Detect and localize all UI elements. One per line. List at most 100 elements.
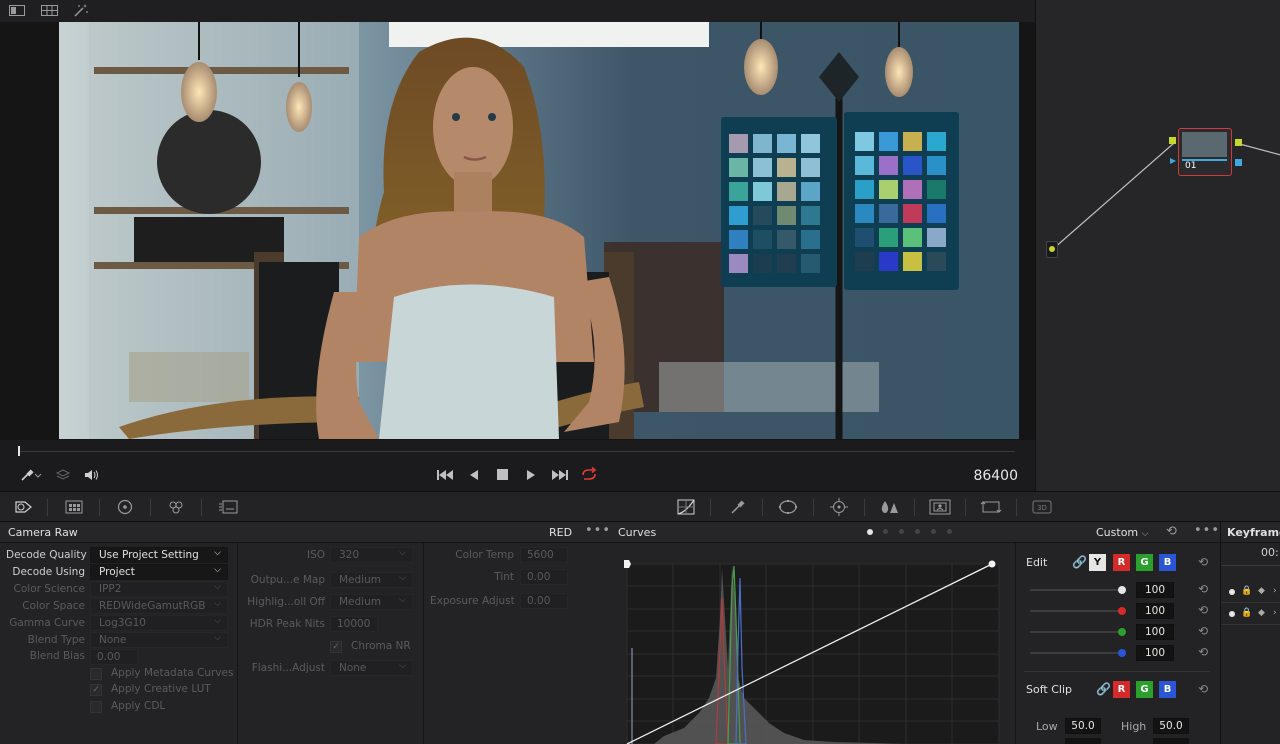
source-node[interactable] xyxy=(1046,241,1058,258)
blur-icon[interactable] xyxy=(878,498,900,516)
play-icon[interactable] xyxy=(525,468,537,485)
apply-creative-lut-checkbox[interactable]: ✓ xyxy=(90,684,102,696)
decode-row-dropdown[interactable]: Log3G10 ⌵ xyxy=(90,615,228,631)
stop-icon[interactable] xyxy=(497,469,509,484)
lock-icon[interactable]: 🔒 xyxy=(1241,608,1252,618)
channel-r-button[interactable]: R xyxy=(1113,554,1130,571)
curves-icon[interactable] xyxy=(675,498,697,516)
b-slider-handle[interactable] xyxy=(1118,649,1126,657)
chevron-right-icon[interactable]: › xyxy=(1273,586,1277,596)
decode-row-dropdown[interactable]: REDWideGamutRGB ⌵ xyxy=(90,598,228,614)
diamond-icon[interactable]: ◆ xyxy=(1258,586,1265,596)
output-map-dropdown[interactable]: Medium ⌵ xyxy=(330,572,413,588)
flash-adjust-dropdown[interactable]: None ⌵ xyxy=(330,660,413,676)
g-intensity-value[interactable]: 100 xyxy=(1136,624,1174,640)
scrubber-bar[interactable] xyxy=(0,440,1035,462)
low-soft-field[interactable] xyxy=(1065,738,1101,744)
link-icon[interactable]: 🔗 xyxy=(1072,555,1087,569)
more-options-icon[interactable]: ••• xyxy=(585,523,611,538)
low-value[interactable]: 50.0 xyxy=(1065,718,1101,734)
soft-clip-link-icon[interactable]: 🔗 xyxy=(1096,682,1111,696)
sizing-icon[interactable] xyxy=(980,498,1002,516)
3d-icon[interactable]: 3D xyxy=(1031,498,1053,516)
apply-metadata-curves-checkbox[interactable] xyxy=(90,668,102,680)
decode-row-dropdown[interactable]: IPP2 ⌵ xyxy=(90,581,228,597)
iso-dropdown[interactable]: 320 ⌵ xyxy=(330,547,413,563)
lut-browser-icon[interactable] xyxy=(40,3,58,18)
high-soft-field[interactable] xyxy=(1153,738,1189,744)
keyframe-track-master[interactable]: 🔒 ◆ › xyxy=(1227,586,1280,600)
g-intensity-slider[interactable] xyxy=(1030,631,1125,633)
video-frame[interactable] xyxy=(59,22,1019,439)
high-value[interactable]: 50.0 xyxy=(1153,718,1189,734)
more-options-icon[interactable]: ••• xyxy=(1194,523,1220,538)
gallery-icon[interactable] xyxy=(8,3,26,18)
node-key-input[interactable] xyxy=(1170,158,1176,164)
decode-row-dropdown[interactable]: None ⌵ xyxy=(90,632,228,648)
b-intensity-value[interactable]: 100 xyxy=(1136,645,1174,661)
curve-graph[interactable] xyxy=(624,558,1004,744)
chevron-right-icon[interactable]: › xyxy=(1273,608,1277,618)
key-icon[interactable] xyxy=(929,498,951,516)
r-intensity-slider[interactable] xyxy=(1030,610,1125,612)
playhead[interactable] xyxy=(18,446,20,456)
curves-page-dots[interactable] xyxy=(867,529,952,535)
layers-icon[interactable] xyxy=(55,468,71,485)
soft-clip-r-button[interactable]: R xyxy=(1113,681,1130,698)
node-key-output[interactable] xyxy=(1235,159,1242,166)
keyframe-track-corrector[interactable]: 🔒 ◆ › xyxy=(1227,608,1280,622)
transport-controls: 86400 xyxy=(0,462,1035,491)
b-intensity-slider[interactable] xyxy=(1030,652,1125,654)
tracker-icon[interactable] xyxy=(828,498,850,516)
channel-b-button[interactable]: B xyxy=(1159,554,1176,571)
g-reset-icon[interactable]: ⟲ xyxy=(1196,624,1210,638)
exposure-adjust-field[interactable]: 0.00 xyxy=(520,593,568,609)
motion-effects-icon[interactable] xyxy=(217,498,239,516)
magic-wand-icon[interactable] xyxy=(72,3,90,18)
speaker-icon[interactable] xyxy=(84,468,100,485)
blend-bias-field[interactable]: 0.00 xyxy=(90,649,138,665)
color-node-01[interactable]: 01 xyxy=(1178,128,1232,176)
curves-mode-dropdown[interactable]: Custom ⌵ xyxy=(1096,526,1148,539)
channel-y-button[interactable]: Y xyxy=(1089,554,1106,571)
loop-icon[interactable] xyxy=(580,466,598,485)
node-rgb-output[interactable] xyxy=(1235,139,1242,146)
play-reverse-icon[interactable] xyxy=(468,468,480,485)
node-editor[interactable]: 01 xyxy=(1035,0,1280,491)
hdr-peak-field[interactable]: 10000 xyxy=(330,616,378,632)
soft-clip-reset-icon[interactable]: ⟲ xyxy=(1196,682,1210,696)
y-intensity-value[interactable]: 100 xyxy=(1136,582,1174,598)
chroma-nr-checkbox[interactable]: ✓ xyxy=(330,641,342,653)
camera-raw-icon[interactable] xyxy=(12,498,34,516)
picker-icon[interactable] xyxy=(20,468,42,486)
diamond-icon[interactable]: ◆ xyxy=(1258,608,1265,618)
y-reset-icon[interactable]: ⟲ xyxy=(1196,582,1210,596)
edit-reset-icon[interactable]: ⟲ xyxy=(1196,555,1210,569)
lock-icon[interactable]: 🔒 xyxy=(1241,586,1252,596)
color-match-icon[interactable] xyxy=(63,498,85,516)
soft-clip-g-button[interactable]: G xyxy=(1136,681,1153,698)
soft-clip-b-button[interactable]: B xyxy=(1159,681,1176,698)
channel-g-button[interactable]: G xyxy=(1136,554,1153,571)
power-window-icon[interactable] xyxy=(777,498,799,516)
decode-row-dropdown[interactable]: Use Project Setting ⌵ xyxy=(90,547,228,563)
color-wheels-icon[interactable] xyxy=(114,498,136,516)
node-rgb-input[interactable] xyxy=(1169,137,1176,144)
g-slider-handle[interactable] xyxy=(1118,628,1126,636)
reset-icon[interactable]: ⟲ xyxy=(1166,524,1177,539)
apply-cdl-checkbox[interactable] xyxy=(90,701,102,713)
r-intensity-value[interactable]: 100 xyxy=(1136,603,1174,619)
y-slider-handle[interactable] xyxy=(1118,586,1126,594)
highlight-roll-off-dropdown[interactable]: Medium ⌵ xyxy=(330,594,413,610)
y-intensity-slider[interactable] xyxy=(1030,589,1125,591)
r-reset-icon[interactable]: ⟲ xyxy=(1196,603,1210,617)
b-reset-icon[interactable]: ⟲ xyxy=(1196,645,1210,659)
tint-field[interactable]: 0.00 xyxy=(520,569,568,585)
color-temp-field[interactable]: 5600 xyxy=(520,547,568,563)
decode-row-dropdown[interactable]: Project ⌵ xyxy=(90,564,228,580)
skip-to-start-icon[interactable] xyxy=(436,468,454,485)
rgb-mixer-icon[interactable] xyxy=(165,498,187,516)
skip-to-end-icon[interactable] xyxy=(551,468,569,485)
r-slider-handle[interactable] xyxy=(1118,607,1126,615)
qualifier-icon[interactable] xyxy=(727,498,749,516)
